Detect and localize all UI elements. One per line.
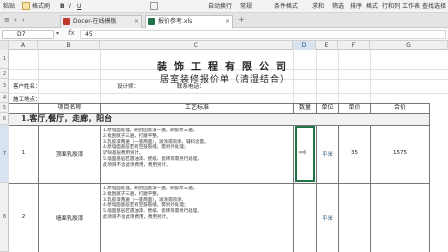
- tab-label: Docer-在线模板: [73, 18, 117, 25]
- row-header-1[interactable]: 1: [0, 50, 9, 69]
- row-header-8[interactable]: 8: [0, 183, 9, 252]
- table-border: [9, 125, 429, 126]
- row-header-3[interactable]: 3: [0, 79, 9, 93]
- column-header: A B C D E F G: [0, 41, 448, 50]
- row-header-5[interactable]: 5: [0, 103, 9, 113]
- dropdown-icon[interactable]: ▾: [56, 30, 59, 37]
- note-line: 此项目不含此项费用，费用另计。: [103, 162, 171, 168]
- number-format-select[interactable]: 常规: [240, 1, 252, 12]
- tab-label: 报价参考.xls: [158, 18, 193, 25]
- ribbon-toolbar: 粘贴 格式刷 B I U 自动换行 常规 条件格式 求和 筛选 排序 格式 行和…: [0, 0, 448, 13]
- formula-bar: D7 ▾ fx 45: [0, 28, 448, 41]
- table-border: [38, 125, 39, 252]
- column-header-d[interactable]: D: [293, 41, 316, 50]
- header-price: 单价: [348, 104, 361, 111]
- rows-columns-button[interactable]: 行和列: [382, 1, 400, 12]
- align-icon[interactable]: [150, 2, 158, 10]
- table-border: [100, 125, 101, 252]
- select-all-corner[interactable]: [0, 41, 9, 50]
- paste-button[interactable]: 粘贴: [3, 1, 15, 12]
- row-header-2[interactable]: 2: [0, 69, 9, 79]
- sort-button[interactable]: 排序: [350, 1, 362, 12]
- section-title: 1.客厅,餐厅，走廊，阳台: [21, 113, 113, 123]
- column-header-e[interactable]: E: [316, 41, 338, 50]
- table-border: [429, 103, 430, 252]
- column-header-f[interactable]: F: [338, 41, 370, 50]
- row-header-6[interactable]: 6: [0, 113, 9, 125]
- item-process-notes: 1.原墙面处理，刷封固底漆一遍，刷胶水三遍。 2.批刮腻子三遍，打磨平整。 3.…: [103, 128, 291, 182]
- spreadsheet-grid[interactable]: 装饰工程有限公司 居室装修报价单（清湿结合） 客户姓名： 设计师： 联系电话： …: [9, 50, 448, 252]
- note-line: 此项目不含此项费用，费用另计。: [103, 214, 171, 220]
- format-painter-icon: [22, 2, 30, 10]
- table-border: [338, 125, 339, 252]
- worksheet-button[interactable]: 工作表: [402, 1, 420, 12]
- header-process: 工艺标准: [184, 104, 209, 111]
- column-header-a[interactable]: A: [9, 41, 38, 50]
- table-border: [370, 125, 371, 252]
- item-total: 1575: [393, 150, 407, 156]
- mouse-cursor-icon: ⇨: [299, 148, 307, 158]
- row-header-4[interactable]: 4: [0, 93, 9, 103]
- item-unit: 平米: [321, 216, 333, 222]
- item-number: 2: [21, 214, 26, 220]
- item-unit: 平米: [321, 152, 333, 158]
- menu-icon[interactable]: ≡: [4, 16, 10, 24]
- close-icon[interactable]: ×: [225, 16, 230, 27]
- formula-value: 45: [85, 31, 93, 38]
- back-icon[interactable]: ‹: [14, 16, 17, 24]
- italic-button[interactable]: I: [69, 1, 71, 12]
- conditional-format-button[interactable]: 条件格式: [274, 1, 298, 12]
- tab-docer-templates[interactable]: Docer-在线模板 ×: [60, 15, 142, 28]
- cell-reference: D7: [17, 31, 26, 38]
- underline-button[interactable]: U: [77, 1, 81, 12]
- column-header-c[interactable]: C: [100, 41, 293, 50]
- item-price: 35: [351, 150, 358, 156]
- quote-title: 居室装修报价单（清湿结合）: [159, 75, 290, 85]
- item-number: 1: [21, 150, 26, 156]
- tab-quote-xls[interactable]: 报价参考.xls ×: [145, 15, 233, 28]
- table-border: [9, 183, 429, 184]
- header-item-name: 项目名称: [57, 104, 82, 111]
- find-select-button[interactable]: 查找选择: [422, 1, 446, 12]
- forward-icon[interactable]: ›: [22, 16, 25, 24]
- item-process-notes: 1.原墙面处理，刷封固底漆一遍，刷胶水三遍。 2.批刮腻子三遍，打磨平整。 3.…: [103, 186, 291, 250]
- document-tab-bar: ≡ ‹ › Docer-在线模板 × 报价参考.xls × +: [0, 13, 448, 28]
- header-unit: 单位: [321, 104, 334, 111]
- designer-label: 设计师：: [117, 84, 140, 90]
- gridline: [9, 93, 448, 94]
- bold-button[interactable]: B: [60, 1, 65, 12]
- wrap-text-button[interactable]: 自动换行: [208, 1, 232, 12]
- header-quantity: 数量: [298, 104, 311, 111]
- column-header-b[interactable]: B: [38, 41, 100, 50]
- row-header-7[interactable]: 7: [0, 125, 9, 183]
- column-header-g[interactable]: G: [370, 41, 448, 50]
- item-name: 顶面乳胶漆: [55, 152, 84, 158]
- phone-label: 联系电话：: [177, 84, 205, 90]
- table-border: [293, 125, 294, 252]
- formula-input[interactable]: 45: [80, 30, 446, 39]
- new-tab-icon[interactable]: +: [238, 15, 245, 24]
- docer-icon: [63, 18, 70, 25]
- address-label: 施工地点：: [13, 97, 41, 103]
- format-button[interactable]: 格式: [366, 1, 378, 12]
- function-icon[interactable]: fx: [68, 29, 75, 37]
- close-icon[interactable]: ×: [134, 16, 139, 27]
- header-total: 合价: [393, 104, 406, 111]
- customer-name-label: 客户姓名：: [13, 84, 41, 90]
- row-header: 1 2 3 4 5 6 7 8: [0, 50, 9, 252]
- company-name: 装饰工程有限公司: [157, 62, 293, 73]
- format-painter-button[interactable]: 格式刷: [32, 1, 50, 12]
- filter-button[interactable]: 筛选: [332, 1, 344, 12]
- item-name: 墙面乳胶漆: [55, 216, 84, 222]
- spreadsheet-icon: [148, 18, 155, 25]
- sum-button[interactable]: 求和: [312, 1, 324, 12]
- table-border: [316, 125, 317, 252]
- name-box[interactable]: D7: [2, 30, 54, 39]
